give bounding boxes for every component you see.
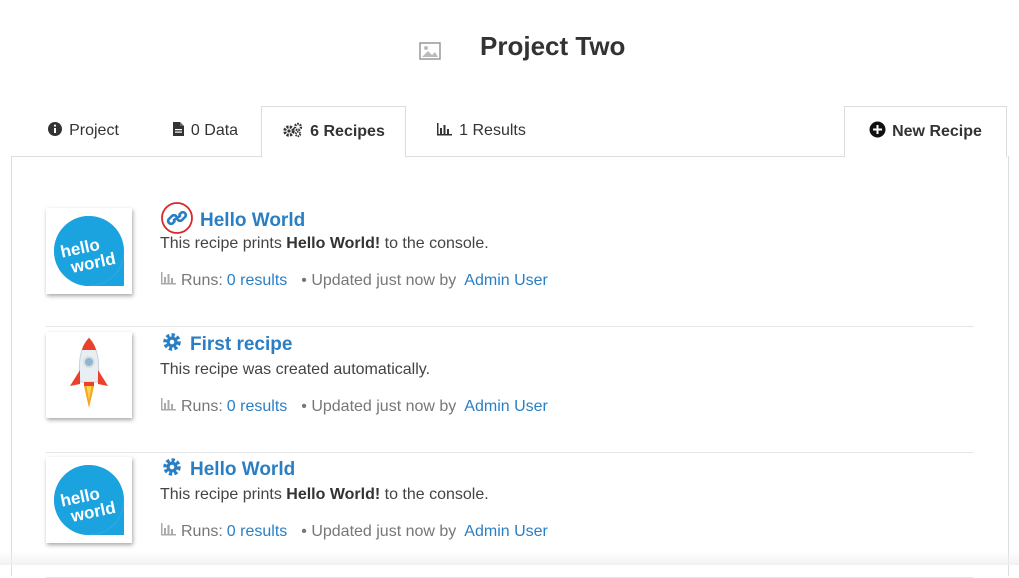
tab-recipes[interactable]: 6 Recipes — [261, 106, 406, 158]
plus-circle-icon — [869, 121, 886, 143]
file-icon — [172, 121, 185, 142]
recipe-description: This recipe prints Hello World! to the c… — [160, 235, 489, 252]
recipe-description: This recipe prints Hello World! to the c… — [160, 486, 489, 503]
page-header: Project Two — [0, 30, 1019, 64]
tab-data[interactable]: 0 Data — [155, 106, 255, 156]
bar-chart-icon — [436, 122, 453, 141]
bottom-fade — [0, 551, 1019, 565]
tab-bar: Project 0 Data 6 Recipes 1 Results New R… — [11, 106, 1007, 158]
bar-chart-icon — [160, 271, 177, 290]
link-icon[interactable] — [160, 202, 194, 239]
gear-icon — [160, 455, 184, 484]
gear-icon — [160, 330, 184, 359]
recipe-title-link[interactable]: Hello World — [200, 210, 305, 232]
tab-results[interactable]: 1 Results — [421, 106, 541, 156]
recipe-description: This recipe was created automatically. — [160, 361, 431, 378]
runs-results-link[interactable]: 0 results — [227, 398, 287, 416]
image-placeholder-icon — [419, 42, 441, 65]
recipe-item: hello world Hello World This recipe prin… — [46, 202, 974, 327]
user-link[interactable]: Admin User — [464, 523, 548, 541]
recipe-item: First recipe This recipe was created aut… — [46, 328, 974, 453]
gears-icon — [282, 122, 304, 143]
hello-world-logo[interactable]: hello world — [46, 457, 132, 543]
runs-results-link[interactable]: 0 results — [227, 272, 287, 290]
recipes-panel: hello world Hello World This recipe prin… — [11, 156, 1009, 578]
page-title: Project Two — [480, 31, 626, 61]
recipe-title-link[interactable]: First recipe — [190, 334, 292, 356]
user-link[interactable]: Admin User — [464, 272, 548, 290]
info-circle-icon — [47, 121, 63, 142]
recipe-title-link[interactable]: Hello World — [190, 459, 295, 481]
recipe-meta: Runs: 0 results • Updated just now by Ad… — [160, 271, 548, 290]
bar-chart-icon — [160, 397, 177, 416]
recipe-meta: Runs: 0 results • Updated just now by Ad… — [160, 397, 548, 416]
new-recipe-button[interactable]: New Recipe — [844, 106, 1007, 158]
hello-world-logo[interactable]: hello world — [46, 208, 132, 294]
runs-results-link[interactable]: 0 results — [227, 523, 287, 541]
rocket-image[interactable] — [46, 332, 132, 418]
bar-chart-icon — [160, 522, 177, 541]
tab-project[interactable]: Project — [23, 106, 143, 156]
recipe-meta: Runs: 0 results • Updated just now by Ad… — [160, 522, 548, 541]
user-link[interactable]: Admin User — [464, 398, 548, 416]
